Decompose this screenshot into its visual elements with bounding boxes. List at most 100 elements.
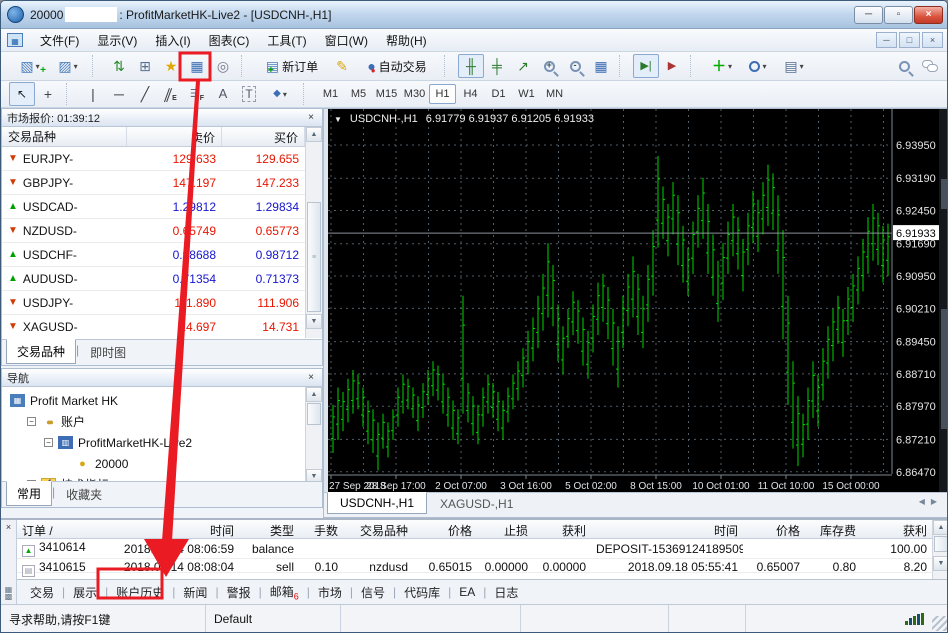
terminal-tab-11[interactable]: 日志 [491,581,521,604]
data-window-button[interactable]: ⊞ [132,54,158,78]
search-button[interactable] [891,54,917,78]
navigator-tab-1[interactable]: 常用 [6,481,52,506]
timeframe-M5[interactable]: M5 [345,84,372,104]
timeframe-W1[interactable]: W1 [513,84,540,104]
timeframe-MN[interactable]: MN [541,84,568,104]
chat-button[interactable] [917,54,943,78]
terminal-tab-8[interactable]: 信号 [358,581,388,604]
terminal-tab-5[interactable]: 警报 [224,581,254,604]
child-close-button[interactable]: × [922,32,943,48]
chart-tab-USDCNHH1[interactable]: USDCNH-,H1 [327,492,427,514]
terminal-close-icon[interactable]: × [6,520,11,534]
periods-button[interactable]: ▾ [740,54,776,78]
history-column-header[interactable]: 价格 [743,520,805,538]
navigator-close-icon[interactable]: × [305,372,317,383]
tree-expander-icon[interactable]: − [44,438,53,447]
history-column-header[interactable]: 交易品种 [343,520,413,538]
market-watch-close-icon[interactable]: × [305,112,317,123]
arrows-button[interactable]: ◆▾ [262,82,298,106]
price-chart[interactable]: 6.939506.931906.924506.916906.909506.902… [328,109,939,493]
terminal-tab-3[interactable]: 账户历史 [113,581,167,604]
terminal-grip-icon[interactable]: ▦▩ [5,586,13,600]
market-watch-button[interactable]: ⇅ [106,54,132,78]
market-watch-tab-1[interactable]: 交易品种 [6,339,76,364]
history-column-header[interactable]: 库存费 [805,520,861,538]
tile-windows-button[interactable]: ▦ [588,54,614,78]
history-column-header[interactable]: 时间 [103,520,239,538]
text-label-button[interactable]: T [236,82,262,106]
new-chart-button[interactable]: ▧+▾ [11,54,49,78]
timeframe-H1[interactable]: H1 [429,84,456,104]
history-column-header[interactable]: 类型 [239,520,299,538]
timeframe-M15[interactable]: M15 [373,84,400,104]
tab-scroll-left-icon[interactable]: ◀ [919,497,925,506]
market-row-USDCHF[interactable]: ▲USDCHF-0.986880.98712 [2,243,305,267]
bar-chart-button[interactable]: ╫ [458,54,484,78]
market-row-EURJPY[interactable]: ▼EURJPY-129.633129.655 [2,147,305,171]
chart-window-icon[interactable]: ▦ [7,33,23,47]
tree-item[interactable]: −f技术指标 [2,474,305,481]
history-column-header[interactable]: 时间 [591,520,743,538]
tree-expander-icon[interactable]: − [27,417,36,426]
chevron-down-icon[interactable]: ▼ [334,115,342,124]
chart-tab-XAGUSDH1[interactable]: XAGUSD-,H1 [427,493,526,515]
timeframe-M30[interactable]: M30 [401,84,428,104]
navigator-scrollbar[interactable]: ▲ ▼ [305,387,322,481]
cursor-button[interactable]: ↖ [9,82,35,106]
terminal-tab-10[interactable]: EA [456,582,478,602]
horizontal-line-button[interactable]: ─ [106,82,132,106]
navigator-button[interactable]: ★ [158,54,184,78]
zoom-out-button[interactable]: - [562,54,588,78]
terminal-scrollbar[interactable]: ▲ ▼ [932,520,948,579]
terminal-tab-2[interactable]: 展示 [70,581,100,604]
history-row[interactable]: ▲34106142018.09.14 08:06:59balanceDEPOSI… [17,539,932,559]
navigator-tab-2[interactable]: 收藏夹 [55,482,113,507]
child-restore-button[interactable]: □ [899,32,920,48]
history-row[interactable]: ▤34106152018.09.14 08:08:04sell0.10nzdus… [17,559,932,573]
line-chart-button[interactable]: ↗ [510,54,536,78]
market-row-AUDUSD[interactable]: ▲AUDUSD-0.713540.71373 [2,267,305,291]
menu-item[interactable]: 窗口(W) [316,30,377,51]
tree-item[interactable]: ●20000 [2,453,305,474]
history-column-header[interactable]: 获利 [533,520,591,538]
new-order-button[interactable]: ▤+新订单 [255,54,329,78]
menu-item[interactable]: 文件(F) [31,30,88,51]
menu-item[interactable]: 插入(I) [146,30,199,51]
history-column-header[interactable]: 价格 [413,520,477,538]
profiles-button[interactable]: ▨▾ [49,54,87,78]
column-header[interactable]: 卖价 [127,127,222,146]
market-row-XAGUSD[interactable]: ▼XAGUSD-14.69714.731 [2,315,305,338]
terminal-tab-9[interactable]: 代码库 [401,581,443,604]
indicators-button[interactable]: ＋▾ [704,54,740,78]
terminal-button[interactable]: ▦ [184,54,210,78]
history-column-header[interactable]: 获利 [861,520,932,538]
tree-item[interactable]: −●●账户 [2,411,305,432]
autotrading-button[interactable]: ●●自动交易 [355,54,439,78]
terminal-tab-4[interactable]: 新闻 [180,581,210,604]
history-column-header[interactable]: 订单 / [17,520,103,538]
status-profile[interactable]: Default [206,605,341,633]
menu-item[interactable]: 图表(C) [200,30,259,51]
crosshair-button[interactable]: + [35,82,61,106]
shift-chart-button[interactable]: ▶| [633,54,659,78]
market-row-GBPJPY[interactable]: ▼GBPJPY-147.197147.233 [2,171,305,195]
tree-item[interactable]: ▦Profit Market HK [2,390,305,411]
menu-item[interactable]: 显示(V) [88,30,146,51]
market-row-USDCAD[interactable]: ▲USDCAD-1.298121.29834 [2,195,305,219]
close-button[interactable]: × [914,6,943,24]
resize-grip[interactable] [932,616,947,631]
tree-item[interactable]: −▥ProfitMarketHK-Live2 [2,432,305,453]
templates-button[interactable]: ▤▾ [776,54,812,78]
fibonacci-button[interactable]: ☰F [184,82,210,106]
column-header[interactable]: 交易品种 [2,127,127,146]
auto-scroll-button[interactable]: ▶ [659,54,685,78]
timeframe-D1[interactable]: D1 [485,84,512,104]
market-watch-tab-2[interactable]: 即时图 [79,340,137,365]
child-minimize-button[interactable]: ─ [876,32,897,48]
restore-button[interactable]: ▫ [884,6,913,24]
timeframe-H4[interactable]: H4 [457,84,484,104]
vertical-line-button[interactable]: | [80,82,106,106]
terminal-tab-7[interactable]: 市场 [315,581,345,604]
market-row-NZDUSD[interactable]: ▼NZDUSD-0.657490.65773 [2,219,305,243]
column-header[interactable]: 买价 [222,127,305,146]
